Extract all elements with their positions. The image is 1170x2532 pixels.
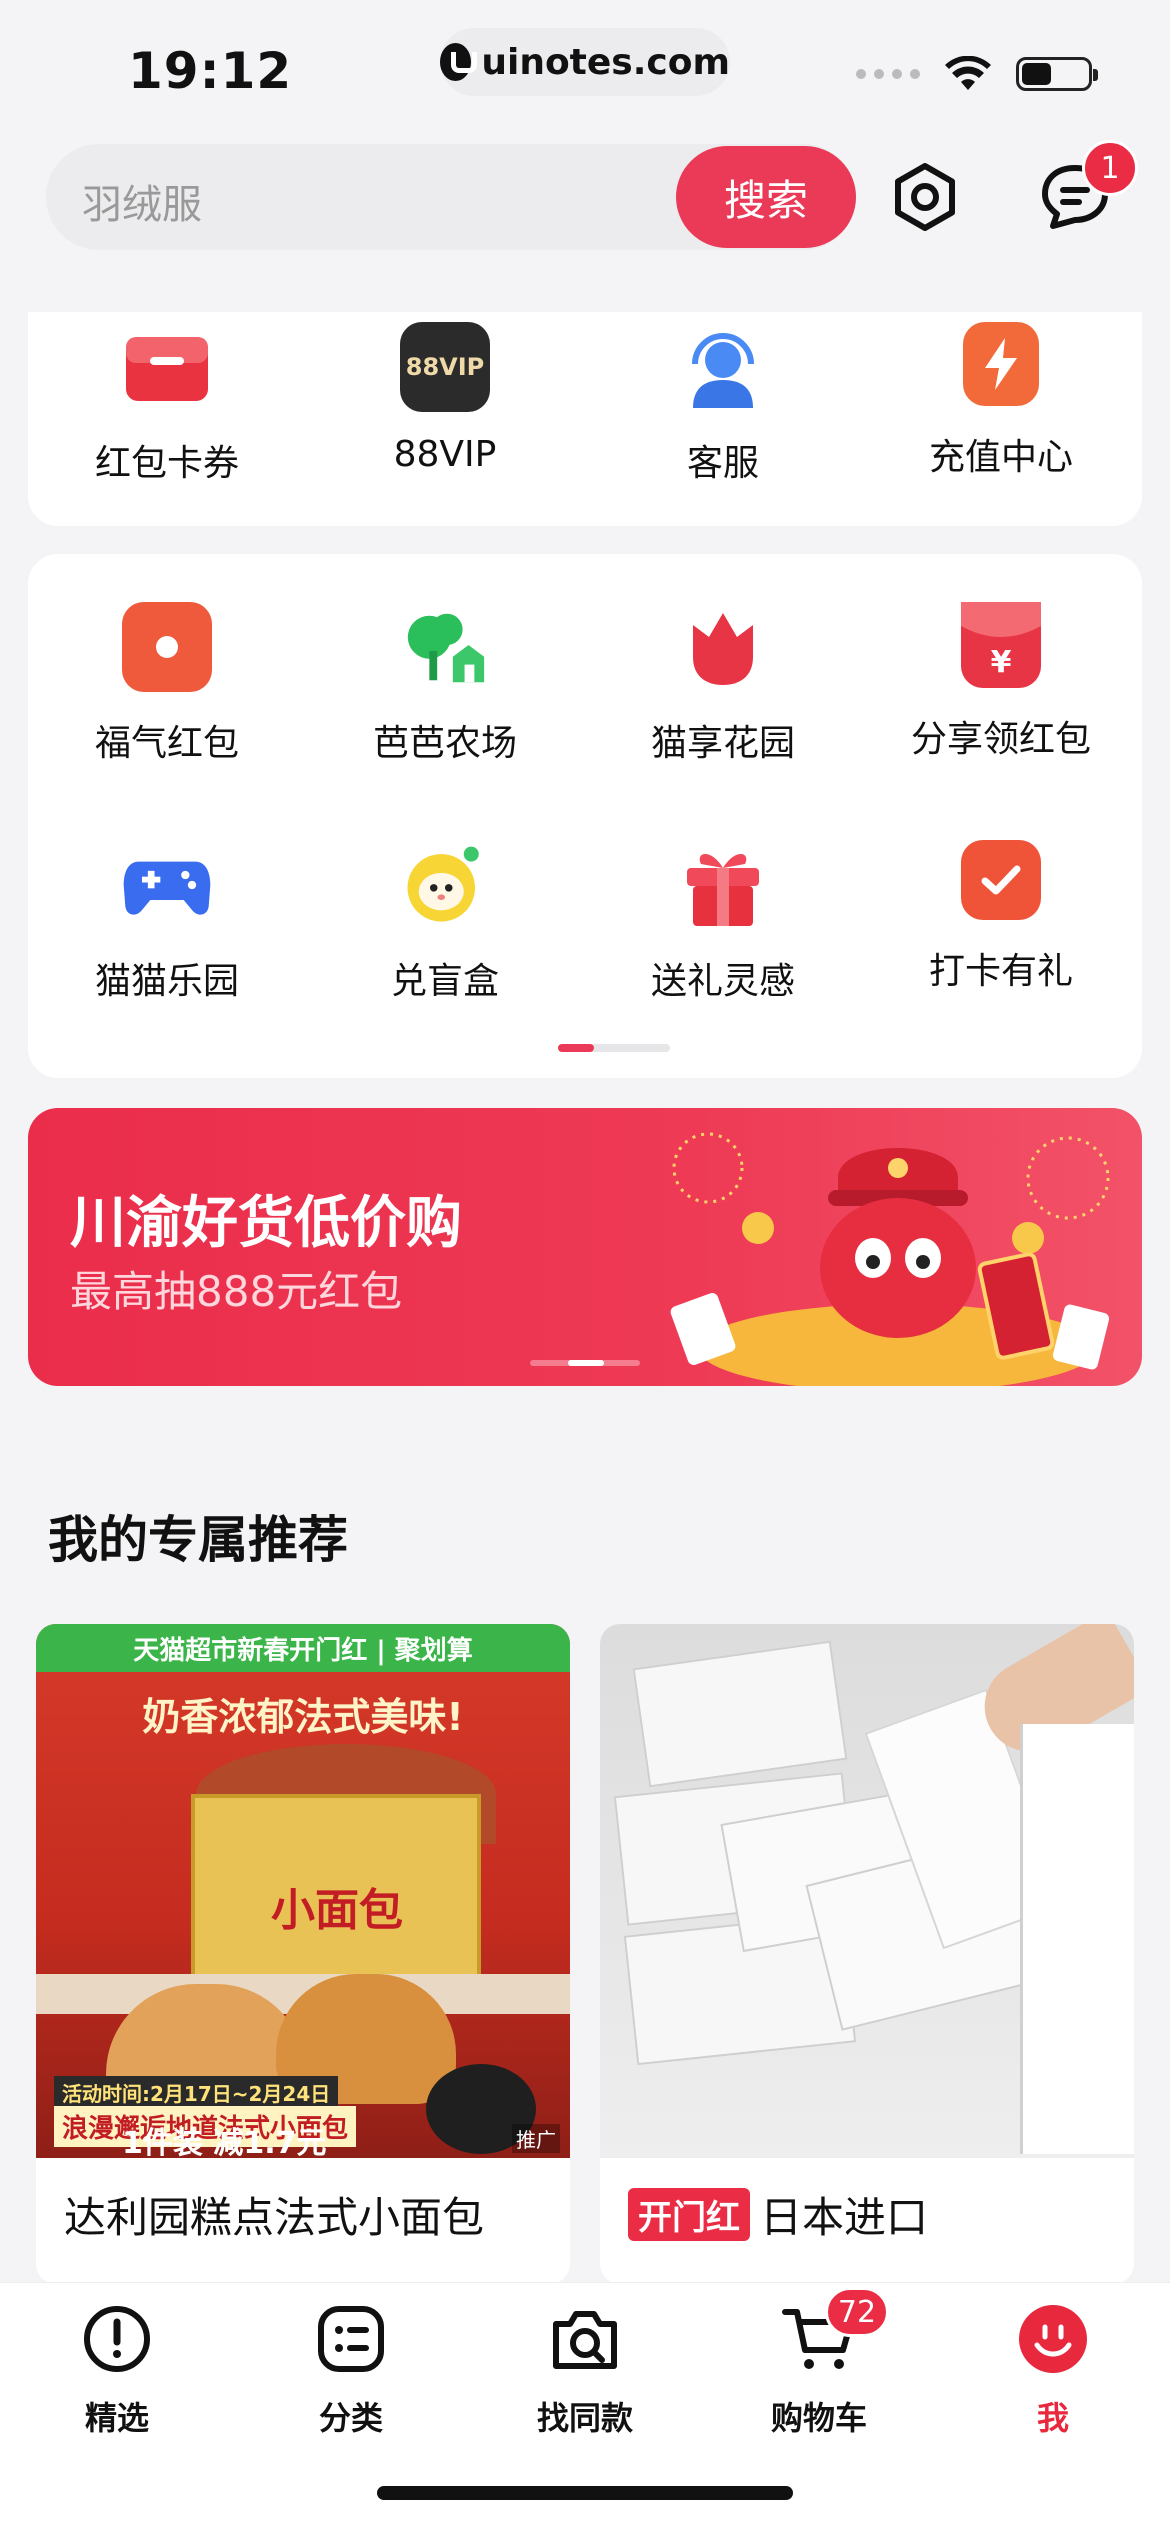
- status-bar: 19:12 uinotes.com: [0, 0, 1170, 140]
- tab-label: 找同款: [536, 2399, 633, 2437]
- banner-page-indicator: [530, 1360, 640, 1366]
- tab-label: 购物车: [770, 2399, 867, 2437]
- quick-item-service[interactable]: 客服: [584, 322, 862, 486]
- cart-badge: 72: [825, 2287, 889, 2337]
- tulip-garden-icon: [678, 602, 768, 692]
- apps-grid-card: 福气红包 芭芭农场 猫享花园 ¥ 分享领红包 猫猫乐园 兑盲盒 送礼灵感 打卡有…: [28, 554, 1142, 1078]
- quick-item-label: 88VIP: [393, 434, 497, 475]
- app-label: 福气红包: [94, 723, 239, 764]
- 88vip-icon: 88VIP: [400, 322, 490, 412]
- app-baba-farm[interactable]: 芭芭农场: [306, 602, 584, 766]
- product-tag: 开门红: [628, 2188, 750, 2241]
- baba-farm-icon: [400, 602, 490, 692]
- gift-icon: [678, 840, 768, 930]
- tab-label: 精选: [84, 2399, 149, 2437]
- search-camera-icon: [545, 2299, 625, 2379]
- site-logo-icon: [440, 43, 478, 81]
- app-blind-box[interactable]: 兑盲盒: [306, 840, 584, 1004]
- product-image-slogan: 奶香浓郁法式美味!: [142, 1695, 464, 1739]
- signal-icon: [856, 69, 920, 79]
- app-label: 分享领红包: [910, 719, 1091, 760]
- status-indicators: [856, 56, 1098, 92]
- product-image: [600, 1624, 1134, 2158]
- messages-button[interactable]: 1: [1030, 140, 1138, 242]
- search-bar[interactable]: 羽绒服 搜索: [46, 144, 856, 250]
- app-label: 猫猫乐园: [94, 961, 239, 1002]
- app-check-in[interactable]: 打卡有礼: [862, 840, 1140, 994]
- wifi-icon: [945, 56, 991, 90]
- product-activity-time: 活动时间:2月17日~2月24日: [54, 2076, 339, 2109]
- quick-item-coupons[interactable]: 红包卡券: [28, 322, 306, 486]
- product-image: 天猫超市新春开门红 | 聚划算 奶香浓郁法式美味! 小面包 活动时间:2月17日…: [36, 1624, 570, 2158]
- app-label: 打卡有礼: [928, 951, 1073, 992]
- lucky-red-packet-icon: [122, 602, 212, 692]
- product-image-top-banner: 天猫超市新春开门红 | 聚划算: [36, 1624, 570, 1672]
- product-box-text: 小面包: [271, 1885, 403, 1936]
- check-in-icon: [961, 840, 1041, 920]
- red-envelope-card-icon: [122, 322, 212, 412]
- cart-icon: 72: [779, 2287, 889, 2379]
- app-gift-ideas[interactable]: 送礼灵感: [584, 840, 862, 1004]
- home-compass-icon: [77, 2299, 157, 2379]
- ad-label: 推广: [512, 2124, 560, 2153]
- product-card[interactable]: 天猫超市新春开门红 | 聚划算 奶香浓郁法式美味! 小面包 活动时间:2月17日…: [36, 1624, 570, 2284]
- settings-button[interactable]: [880, 152, 970, 242]
- quick-item-label: 充值中心: [928, 437, 1073, 478]
- app-label: 猫享花园: [650, 723, 795, 764]
- tab-cart[interactable]: 72 购物车: [719, 2287, 919, 2439]
- gamepad-icon: [122, 840, 212, 930]
- app-label: 兑盲盒: [390, 961, 499, 1002]
- category-icon: [311, 2299, 391, 2379]
- tab-me[interactable]: 我: [953, 2299, 1153, 2439]
- search-button[interactable]: 搜索: [676, 146, 856, 248]
- share-red-packet-icon: ¥: [961, 602, 1041, 688]
- search-input[interactable]: 羽绒服: [82, 172, 202, 230]
- mascot-illustration: [670, 1132, 1110, 1386]
- app-label: 送礼灵感: [650, 961, 795, 1002]
- banner-subtitle: 最高抽888元红包: [70, 1267, 403, 1316]
- blind-box-icon: [400, 840, 490, 930]
- message-badge: 1: [1082, 140, 1138, 196]
- app-tulip-garden[interactable]: 猫享花园: [584, 602, 862, 766]
- tab-label: 我: [1036, 2399, 1069, 2437]
- tab-featured[interactable]: 精选: [17, 2299, 217, 2439]
- svg-text:¥: ¥: [991, 645, 1012, 680]
- tab-label: 分类: [318, 2399, 383, 2437]
- section-title: 我的专属推荐: [48, 1511, 348, 1569]
- product-name-row: 开门红 日本进口: [628, 2184, 928, 2245]
- recharge-lightning-icon: [963, 322, 1039, 406]
- quick-access-card: 红包卡券 88VIP 88VIP 客服 充值中心: [28, 312, 1142, 526]
- status-time: 19:12: [128, 42, 293, 100]
- promo-banner[interactable]: 川渝好货低价购 最高抽888元红包: [28, 1108, 1142, 1386]
- battery-icon: [1016, 57, 1098, 91]
- tab-find-similar[interactable]: 找同款: [485, 2299, 685, 2439]
- url-text: uinotes.com: [481, 41, 730, 83]
- app-share-red-packet[interactable]: ¥ 分享领红包: [862, 602, 1140, 762]
- product-name: 达利园糕点法式小面包: [64, 2193, 485, 2242]
- banner-title: 川渝好货低价购: [70, 1191, 462, 1256]
- product-discount: 1件装 减1.7元: [122, 2126, 327, 2158]
- customer-service-icon: [678, 322, 768, 412]
- home-indicator[interactable]: [377, 2486, 793, 2500]
- url-pill[interactable]: uinotes.com: [440, 28, 730, 96]
- product-card[interactable]: 开门红 日本进口: [600, 1624, 1134, 2284]
- tab-categories[interactable]: 分类: [251, 2299, 451, 2439]
- grid-page-indicator: [558, 1044, 670, 1052]
- quick-item-label: 客服: [686, 443, 759, 484]
- app-label: 芭芭农场: [372, 723, 517, 764]
- product-name: 日本进口: [760, 2193, 929, 2242]
- app-lucky-red-packet[interactable]: 福气红包: [28, 602, 306, 766]
- quick-item-recharge[interactable]: 充值中心: [862, 322, 1140, 480]
- profile-icon: [1013, 2299, 1093, 2379]
- app-cat-park[interactable]: 猫猫乐园: [28, 840, 306, 1004]
- gear-icon: [895, 163, 955, 231]
- quick-item-88vip[interactable]: 88VIP 88VIP: [306, 322, 584, 475]
- quick-item-label: 红包卡券: [94, 443, 239, 484]
